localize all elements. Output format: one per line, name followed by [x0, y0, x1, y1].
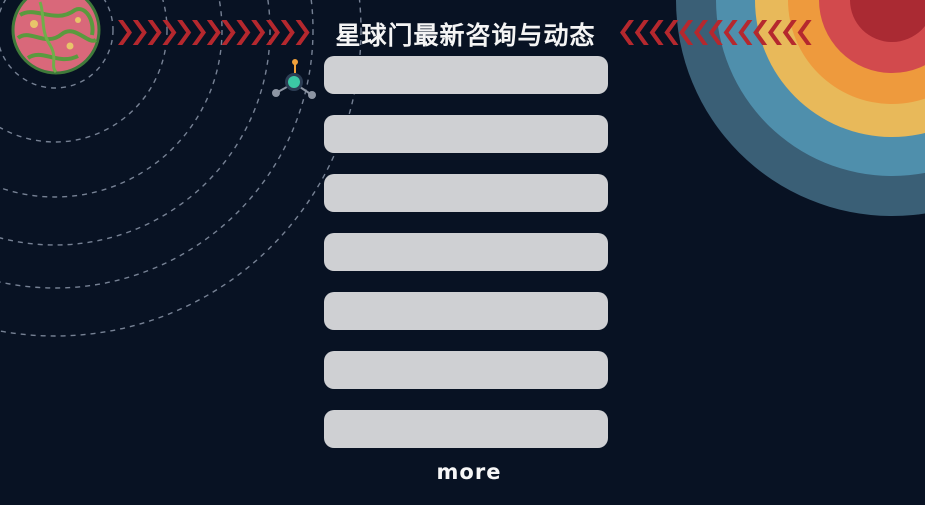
chevron-right-icon	[280, 20, 295, 45]
chevron-right-icon	[206, 20, 221, 45]
list-item[interactable]	[324, 115, 608, 153]
chevron-right-icon	[162, 20, 177, 45]
chevron-right-icon	[177, 20, 192, 45]
list-item[interactable]	[324, 292, 608, 330]
chevron-left-icon	[620, 20, 634, 45]
more-link[interactable]: more	[420, 458, 518, 486]
chevron-left-icon	[649, 20, 664, 45]
chevron-left-icon	[664, 20, 679, 45]
chevron-right-icon	[147, 20, 162, 45]
chevron-right-icon	[132, 20, 147, 45]
chevron-right-icon	[266, 20, 280, 45]
list-item[interactable]	[324, 56, 608, 94]
chevron-right-icon	[221, 20, 236, 45]
page-title: 星球门最新咨询与动态	[335, 21, 596, 50]
chevron-left-icon	[634, 20, 649, 45]
list-item[interactable]	[324, 174, 608, 212]
chevron-right-icon	[192, 20, 206, 45]
planet-icon	[11, 0, 101, 75]
satellite-icon	[272, 59, 316, 99]
chevron-right-icon	[251, 20, 266, 45]
chevron-right-icon	[295, 20, 310, 45]
chevrons-left	[118, 20, 310, 45]
list-item[interactable]	[324, 410, 608, 448]
list-item[interactable]	[324, 351, 608, 389]
list-item[interactable]	[324, 233, 608, 271]
news-list	[324, 56, 609, 469]
chevron-right-icon	[118, 20, 132, 45]
chevron-right-icon	[236, 20, 251, 45]
